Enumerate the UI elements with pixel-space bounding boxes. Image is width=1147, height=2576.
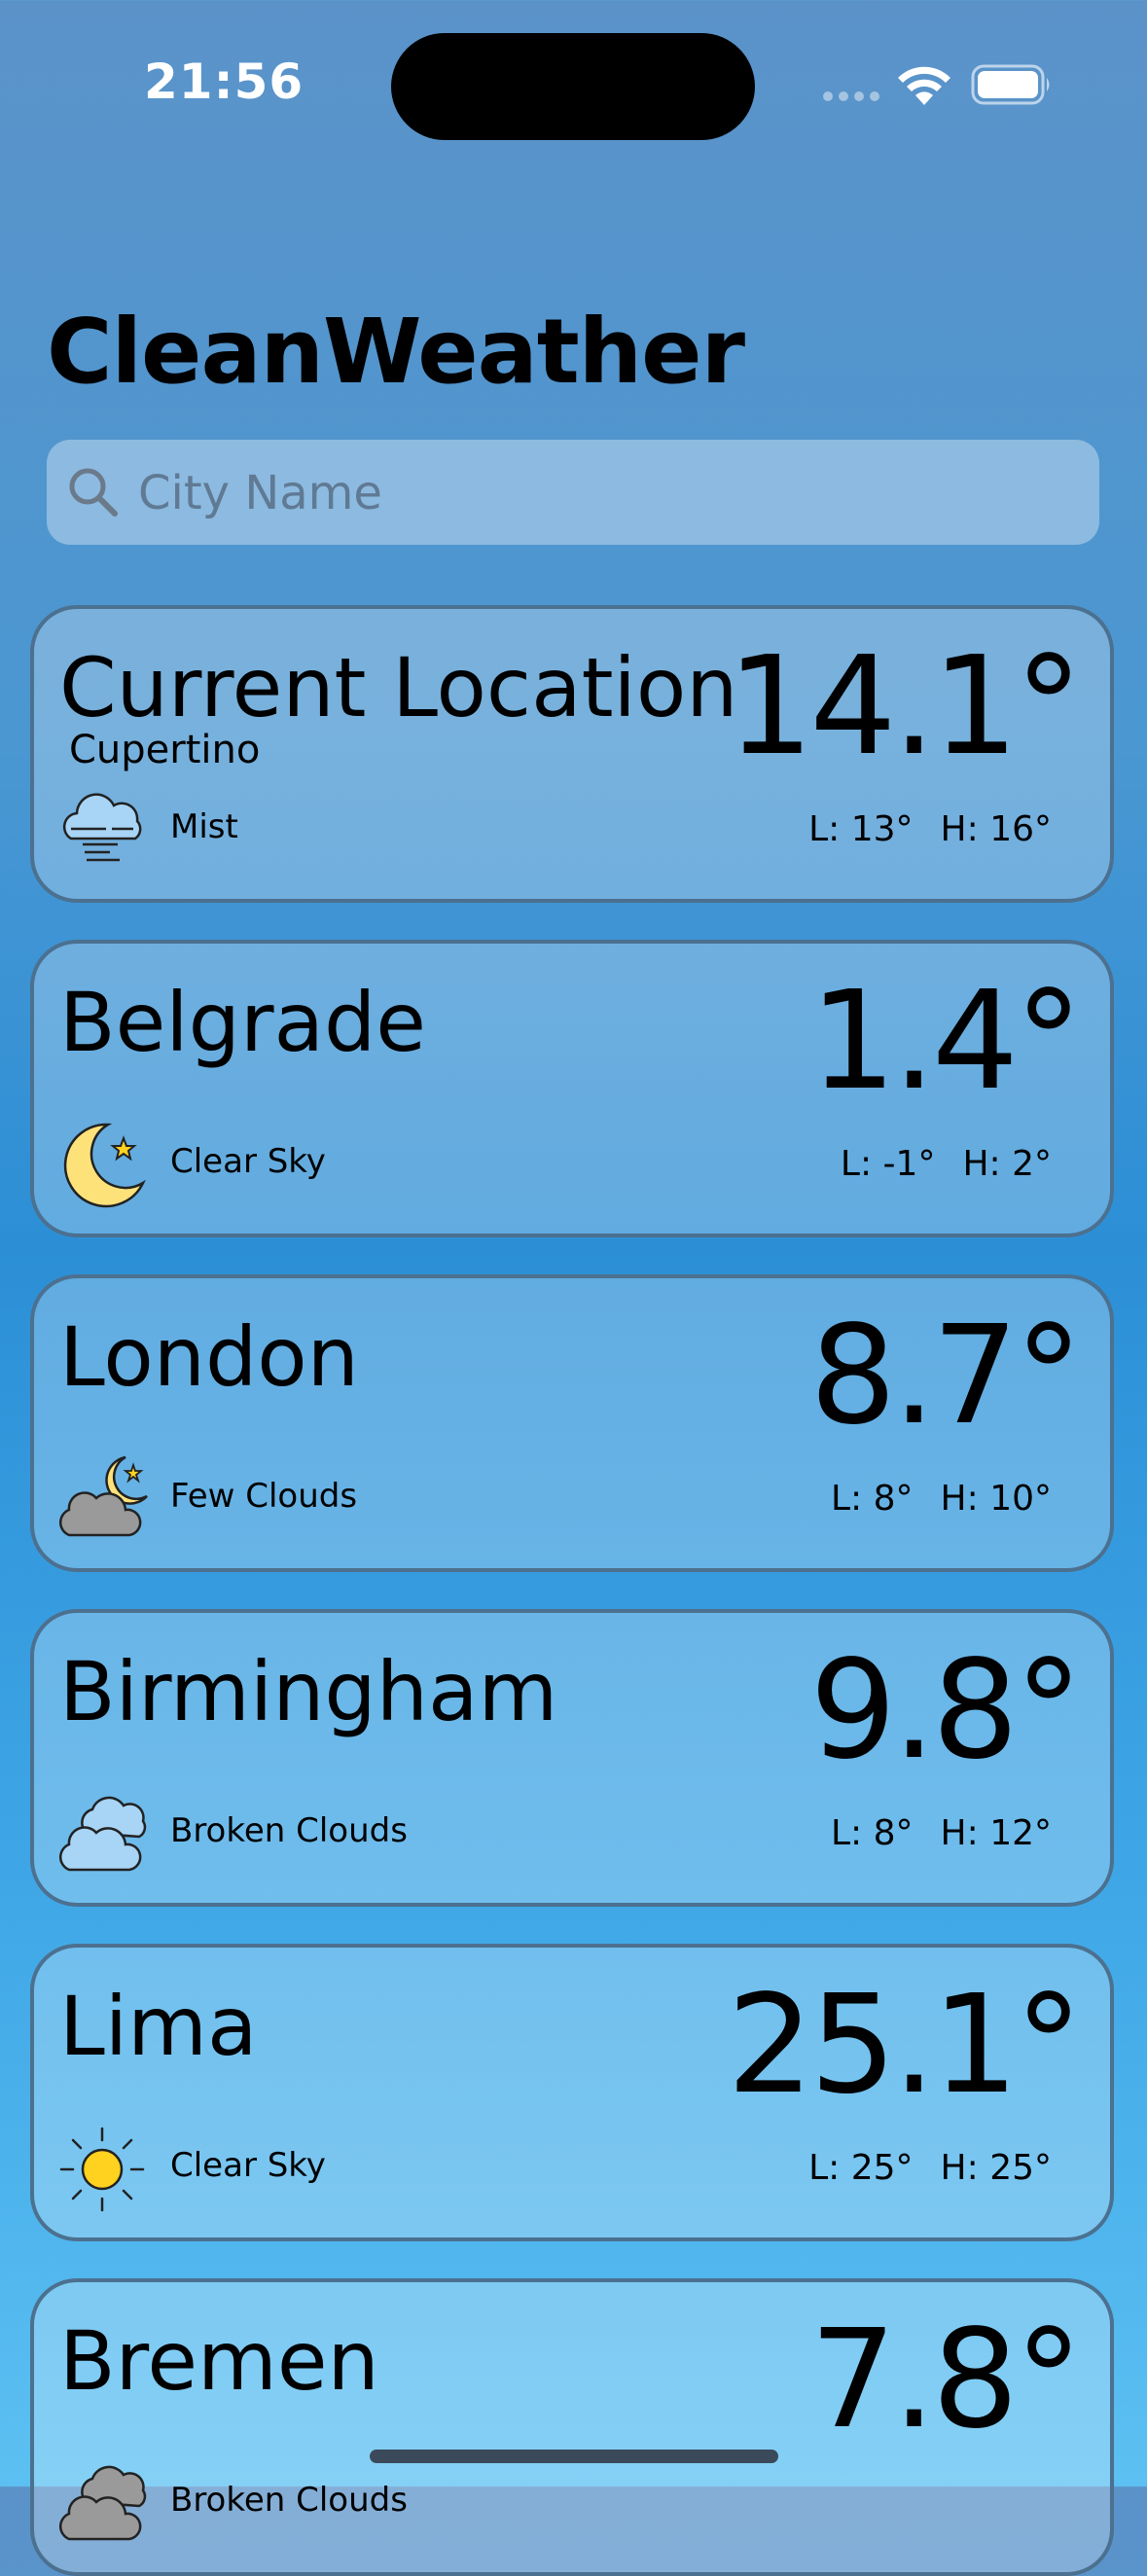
search-input[interactable] (136, 440, 1074, 547)
card-city-name: London (59, 1309, 359, 1405)
card-low-high: L: -1° H: 2° (813, 1144, 1052, 1184)
search-bar[interactable] (47, 440, 1099, 547)
card-description: Few Clouds (170, 1477, 358, 1516)
card-description: Mist (170, 807, 238, 846)
card-temperature: 7.8° (809, 2301, 1083, 2459)
status-bar: 21:56 (0, 0, 1147, 165)
card-city-name: Belgrade (59, 975, 426, 1070)
card-temperature: 8.7° (809, 1297, 1083, 1455)
card-temperature: 25.1° (727, 1966, 1083, 2125)
wifi-icon (898, 66, 950, 105)
card-high: H: 2° (962, 1144, 1052, 1184)
search-icon (69, 468, 118, 517)
cellular-signal-icon (823, 91, 879, 101)
weather-card-birmingham[interactable]: Birmingham 9.8° Broken Clouds L: 8° H: 12… (30, 1609, 1114, 1907)
card-description: Clear Sky (170, 2146, 326, 2185)
card-description: Broken Clouds (170, 1811, 408, 1850)
card-city-name: Current Location (59, 640, 738, 735)
card-description: Clear Sky (170, 1142, 326, 1181)
weather-card-lima[interactable]: Lima 25.1° Clear Sky L: 25° H: 25° (30, 1944, 1114, 2241)
card-low-high: L: 8° H: 12° (804, 1813, 1052, 1853)
card-city-name: Bremen (59, 2313, 379, 2409)
moon-star-icon (63, 1123, 146, 1208)
card-low: L: 8° (831, 1813, 914, 1853)
card-high: H: 12° (940, 1813, 1052, 1853)
weather-card-current-location[interactable]: Current Location Cupertino 14.1° Mist L:… (30, 605, 1114, 903)
broken-clouds-icon (59, 2465, 147, 2541)
dynamic-island (391, 33, 755, 140)
card-city-name: Birmingham (59, 1644, 558, 1739)
sun-icon (59, 2127, 145, 2212)
card-low: L: -1° (840, 1144, 936, 1184)
card-city-name: Lima (59, 1979, 258, 2074)
card-high: H: 16° (940, 809, 1052, 849)
card-low: L: 25° (808, 2148, 914, 2188)
mist-cloud-icon (62, 793, 142, 862)
card-low-high: L: 13° H: 16° (781, 809, 1052, 849)
home-indicator[interactable] (370, 2450, 778, 2463)
card-temperature: 14.1° (727, 627, 1083, 786)
weather-card-london[interactable]: London 8.7° Few Clouds L: 8° H: 10° (30, 1274, 1114, 1572)
status-time: 21:56 (144, 54, 305, 110)
card-low: L: 8° (831, 1479, 914, 1519)
card-high: H: 25° (940, 2148, 1052, 2188)
cloud-moon-icon (59, 1455, 148, 1537)
card-temperature: 1.4° (809, 962, 1083, 1121)
card-low-high: L: 25° H: 25° (781, 2148, 1052, 2188)
card-low-high: L: 8° H: 10° (804, 1479, 1052, 1519)
card-high: H: 10° (940, 1479, 1052, 1519)
app-title: CleanWeather (47, 300, 745, 404)
card-description: Broken Clouds (170, 2481, 408, 2520)
battery-icon (971, 64, 1050, 105)
weather-card-bremen[interactable]: Bremen 7.8° Broken Clouds (30, 2278, 1114, 2576)
card-low: L: 13° (808, 809, 914, 849)
broken-clouds-icon (59, 1796, 147, 1872)
weather-card-belgrade[interactable]: Belgrade 1.4° Clear Sky L: -1° H: 2° (30, 940, 1114, 1237)
card-subtitle: Cupertino (69, 728, 261, 772)
card-temperature: 9.8° (809, 1631, 1083, 1790)
